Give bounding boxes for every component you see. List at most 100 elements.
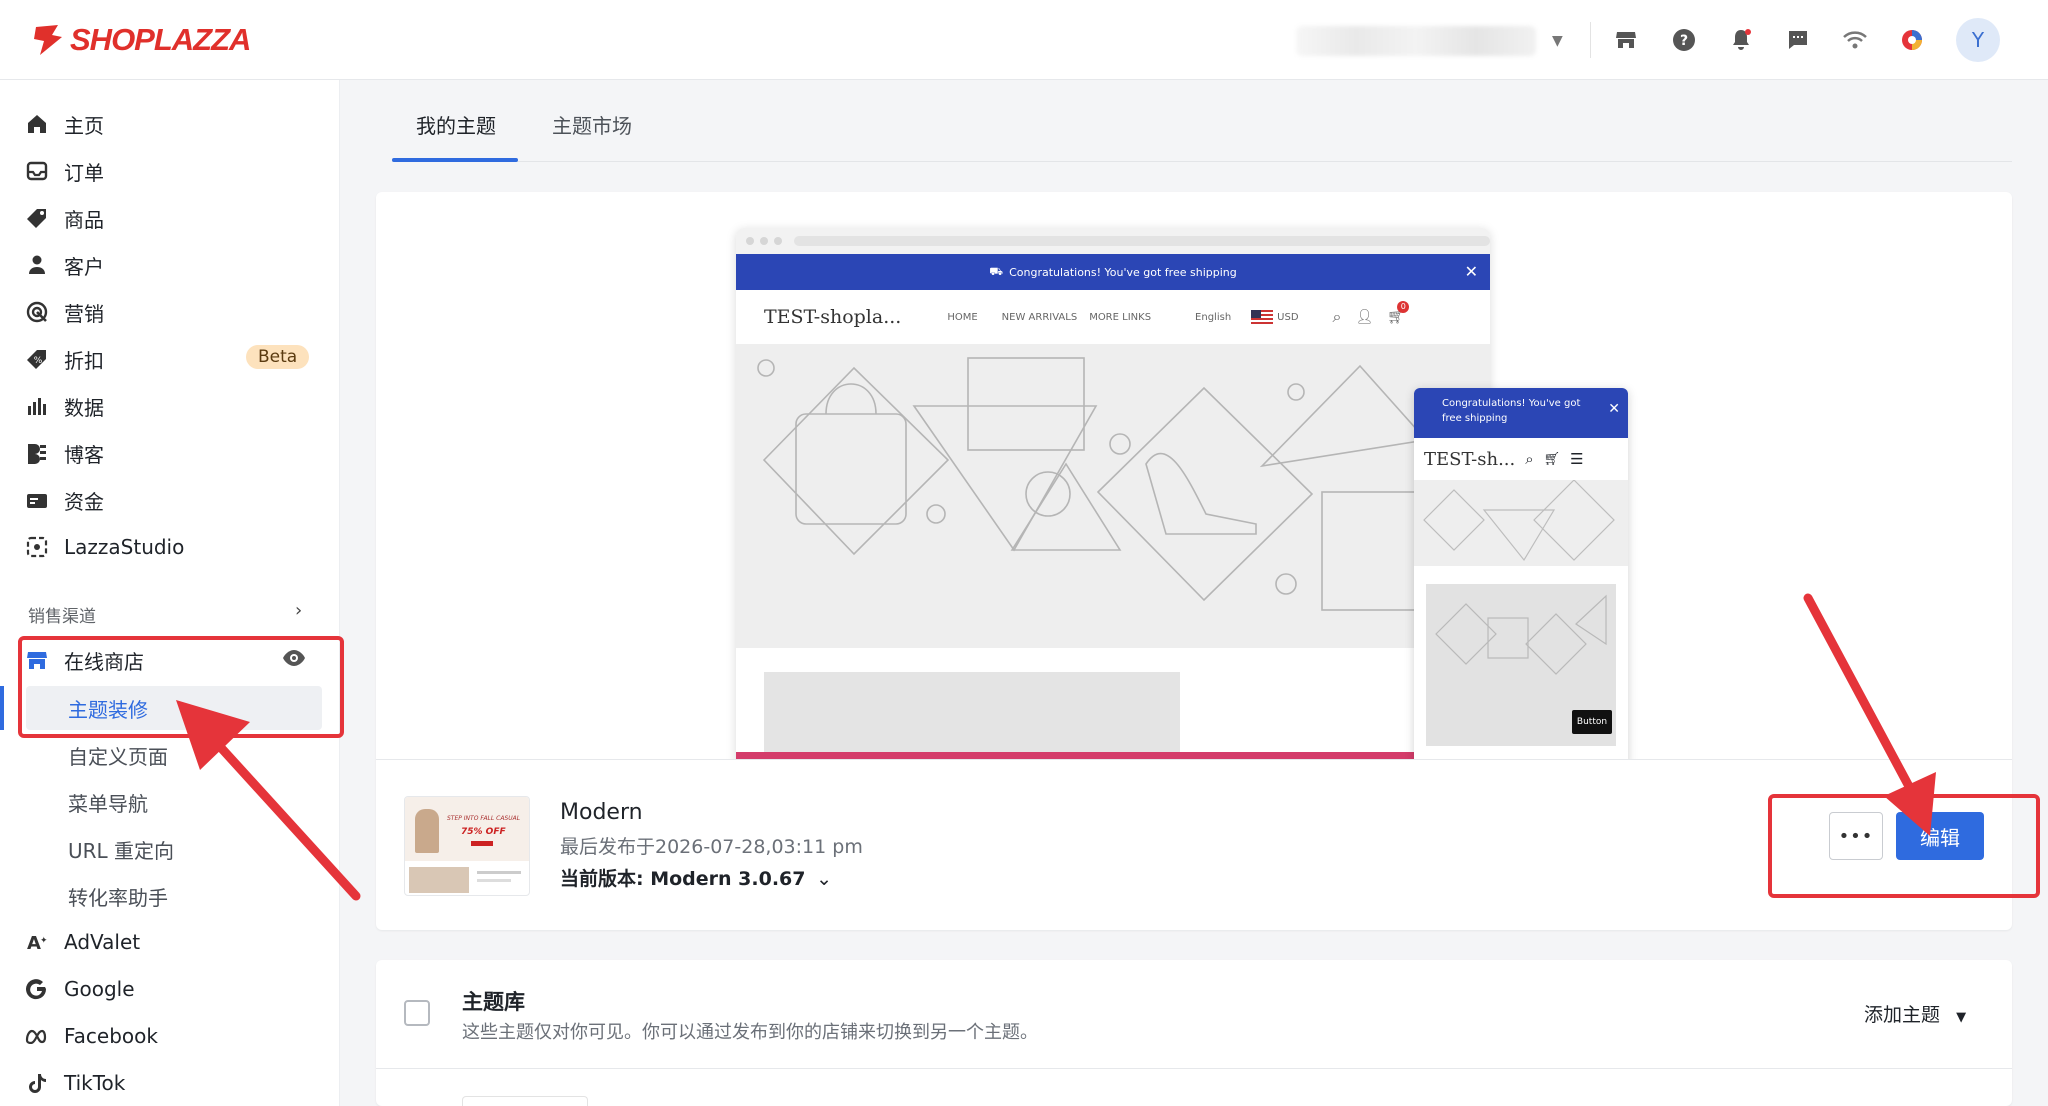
theme-name: Modern [560, 800, 643, 825]
sidebar-item-tiktok[interactable]: TikTok [24, 1063, 324, 1103]
wallet-icon [24, 487, 50, 513]
sidebar-item-marketing[interactable]: 营销 [24, 292, 324, 332]
sidebar-item-discounts[interactable]: % 折扣 Beta [24, 339, 324, 379]
tab-my-themes[interactable]: 我的主题 [416, 110, 496, 139]
cart-count: 0 [1397, 301, 1410, 313]
logo-text: SHOPLAZZA [70, 22, 251, 57]
store-brand: TEST-shopla... [764, 306, 902, 328]
announcement-text: Congratulations! You've got free shippin… [1009, 265, 1237, 279]
chat-icon[interactable] [1784, 26, 1812, 54]
inbox-icon [24, 158, 50, 184]
sidebar: 主页 订单 商品 客户 营销 % 折扣 Beta 数据 博客 资金 LazzaS… [0, 80, 340, 1106]
google-icon [24, 976, 50, 1002]
us-flag-icon [1251, 310, 1274, 324]
theme-preview: ⛟ Congratulations! You've got free shipp… [376, 192, 2012, 760]
mobile-announcement-text: Congratulations! You've got free shippin… [1442, 398, 1581, 424]
highlight-box-edit [1768, 794, 2040, 898]
advalet-icon: A ✦ [24, 929, 50, 955]
language-select: English [1195, 311, 1232, 323]
wifi-icon[interactable] [1841, 26, 1869, 54]
sidebar-subitem-custom-pages[interactable]: 自定义页面 [68, 735, 168, 775]
sidebar-item-orders[interactable]: 订单 [24, 151, 324, 191]
sidebar-item-label: 客户 [64, 254, 104, 279]
sidebar-item-blog[interactable]: 博客 [24, 433, 324, 473]
chevron-right-icon[interactable]: › [295, 600, 302, 621]
thumbnail-headline: STEP INTO FALL CASUAL [447, 815, 521, 822]
mobile-hero [1414, 479, 1628, 566]
theme-info-row: STEP INTO FALL CASUAL 75% OFF Modern 最后发… [376, 760, 2012, 932]
svg-text:A: A [27, 933, 41, 953]
svg-text:?: ? [1680, 33, 1688, 49]
mobile-preview: Congratulations! You've got free shippin… [1414, 388, 1628, 759]
nav-home: HOME [947, 311, 978, 323]
avatar[interactable]: Y [1956, 18, 2000, 62]
hero-illustration [757, 357, 1443, 611]
sidebar-item-google[interactable]: Google [24, 969, 324, 1009]
announcement-bar: ⛟ Congratulations! You've got free shipp… [736, 254, 1490, 290]
top-bar: SHOPLAZZA ▼ ? Y [0, 0, 2048, 80]
mobile-announcement-bar: Congratulations! You've got free shippin… [1414, 388, 1628, 438]
search-icon: ⌕ [1332, 307, 1342, 326]
cart-icon: 🛒︎ 0 [1387, 301, 1410, 325]
sidebar-item-label: Facebook [64, 1024, 158, 1048]
sidebar-item-label: 营销 [64, 301, 104, 326]
sidebar-item-label: 订单 [64, 160, 104, 185]
sidebar-item-finance[interactable]: 资金 [24, 480, 324, 520]
current-theme-card: ⛟ Congratulations! You've got free shipp… [376, 192, 2012, 930]
sidebar-subitem-url-redirect[interactable]: URL 重定向 [68, 829, 174, 869]
store-header: TEST-shopla... HOME NEW ARRIVALS MORE LI… [736, 290, 1490, 344]
sidebar-item-label: 商品 [64, 207, 104, 232]
close-icon: ✕ [1608, 401, 1620, 417]
mobile-header: TEST-sh... ⌕ 🛒︎ ☰ [1414, 438, 1628, 480]
sidebar-item-label: TikTok [64, 1071, 126, 1095]
theme-version-select[interactable]: 当前版本: Modern 3.0.67 ⌄ [560, 864, 832, 891]
menu-icon: ☰ [1570, 450, 1584, 468]
sidebar-item-lazzastudio[interactable]: LazzaStudio [24, 527, 324, 567]
library-description: 这些主题仅对你可见。你可以通过发布到你的店铺来切换到另一个主题。 [462, 1022, 1038, 1043]
promo-strip [736, 752, 1490, 759]
content-block [764, 672, 1180, 752]
sidebar-item-analytics[interactable]: 数据 [24, 386, 324, 426]
desktop-preview: ⛟ Congratulations! You've got free shipp… [736, 228, 1490, 759]
tag-icon [24, 205, 50, 231]
hero-banner [736, 344, 1490, 648]
bell-icon[interactable] [1727, 26, 1755, 54]
sidebar-item-facebook[interactable]: Facebook [24, 1016, 324, 1056]
sidebar-item-label: 博客 [64, 442, 104, 467]
beta-badge: Beta [246, 345, 310, 369]
add-theme-dropdown[interactable]: 添加主题 ▼ [1864, 1000, 1966, 1027]
sidebar-item-label: LazzaStudio [64, 535, 185, 559]
theme-published-date: 最后发布于2026-07-28,03:11 pm [560, 836, 863, 858]
logo[interactable]: SHOPLAZZA [32, 22, 251, 58]
studio-icon [24, 534, 50, 560]
mobile-cta-button: Button [1572, 710, 1612, 734]
search-icon: ⌕ [1525, 450, 1534, 468]
sidebar-item-label: AdValet [64, 930, 141, 954]
currency-select: USD [1277, 311, 1299, 323]
sidebar-item-customers[interactable]: 客户 [24, 245, 324, 285]
caret-down-icon: ▼ [1956, 1010, 1967, 1025]
target-icon [24, 299, 50, 325]
tab-theme-market[interactable]: 主题市场 [552, 110, 632, 139]
sidebar-item-advalet[interactable]: A ✦ AdValet [24, 922, 324, 962]
cart-icon: 🛒︎ [1543, 451, 1561, 467]
sidebar-item-home[interactable]: 主页 [24, 104, 324, 144]
store-selector[interactable]: ▼ [1296, 24, 1596, 58]
theme-version-label: 当前版本: Modern 3.0.67 [560, 868, 806, 890]
library-checkbox[interactable] [404, 1000, 430, 1026]
library-theme-thumbnail [462, 1096, 588, 1106]
account-icon: 👤︎ [1355, 309, 1374, 325]
sidebar-item-products[interactable]: 商品 [24, 198, 324, 238]
home-icon [24, 111, 50, 137]
active-indicator [0, 686, 4, 730]
bar-chart-icon [24, 393, 50, 419]
app-icon[interactable] [1898, 26, 1926, 54]
sidebar-subitem-menu-navigation[interactable]: 菜单导航 [68, 782, 148, 822]
sidebar-item-label: 数据 [64, 395, 104, 420]
help-icon[interactable]: ? [1670, 26, 1698, 54]
meta-icon [24, 1023, 50, 1049]
sidebar-subitem-conversion-helper[interactable]: 转化率助手 [68, 876, 168, 916]
store-name-blurred [1296, 26, 1536, 56]
caret-down-icon: ▼ [1552, 33, 1563, 49]
store-icon[interactable] [1612, 26, 1640, 54]
